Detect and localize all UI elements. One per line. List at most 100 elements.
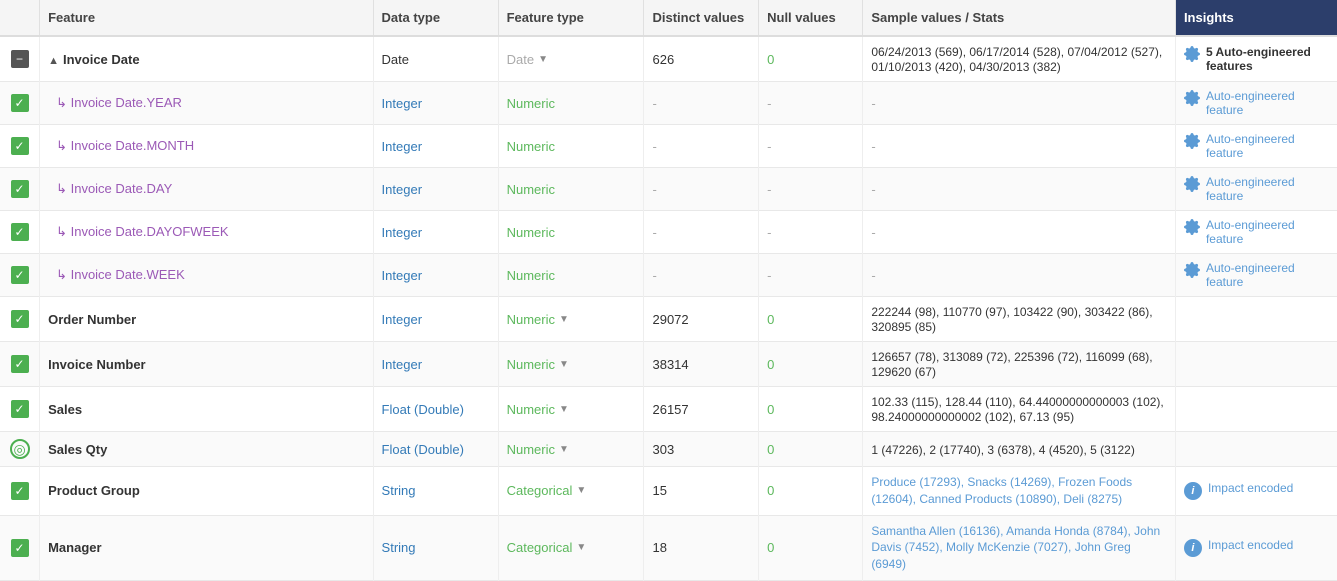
null-values-cell: - [759, 211, 863, 254]
distinct-value: 15 [652, 483, 666, 498]
checkbox-check-icon[interactable]: ✓ [11, 482, 29, 500]
checkbox-cell[interactable]: ✓ [0, 387, 40, 432]
distinct-value: - [652, 96, 656, 111]
feature-label: Invoice Number [48, 357, 146, 372]
distinct-value: - [652, 268, 656, 283]
feature-child-label: ↳ Invoice Date.DAYOFWEEK [48, 224, 228, 239]
chevron-down-icon: ▼ [559, 359, 569, 370]
header-null: Null values [759, 0, 863, 36]
datatype-cell: String [373, 515, 498, 580]
insights-text: Auto-engineered feature [1206, 261, 1329, 289]
table-row: ✓↳ Invoice Date.YEARIntegerNumeric--- Au… [0, 82, 1337, 125]
checkbox-check-icon[interactable]: ✓ [11, 137, 29, 155]
insights-text: 5 Auto-engineered features [1206, 45, 1329, 73]
gear-icon [1184, 46, 1200, 62]
datatype-label: Float (Double) [382, 402, 464, 417]
checkbox-cell[interactable]: ✓ [0, 515, 40, 580]
featuretype-cell[interactable]: Date ▼ [498, 36, 644, 82]
target-icon[interactable]: ◎ [10, 439, 30, 459]
null-value: 0 [767, 483, 774, 498]
datatype-label: String [382, 483, 416, 498]
checkbox-cell[interactable]: ✓ [0, 467, 40, 516]
feature-label: Order Number [48, 312, 136, 327]
sample-text: 1 (47226), 2 (17740), 3 (6378), 4 (4520)… [871, 443, 1135, 457]
chevron-down-icon: ▼ [576, 542, 586, 553]
insights-content: Auto-engineered feature [1184, 218, 1329, 246]
checkbox-cell[interactable]: ✓ [0, 342, 40, 387]
insights-content: Auto-engineered feature [1184, 132, 1329, 160]
checkbox-check-icon[interactable]: ✓ [11, 355, 29, 373]
null-value: - [767, 96, 771, 111]
sample-text: - [871, 268, 875, 283]
featuretype-dropdown[interactable]: Categorical ▼ [507, 483, 587, 498]
header-checkbox [0, 0, 40, 36]
sample-text: Samantha Allen (16136), Amanda Honda (87… [871, 524, 1160, 572]
datatype-label: Integer [382, 182, 422, 197]
checkbox-cell[interactable]: ✓ [0, 125, 40, 168]
feature-child-label: ↳ Invoice Date.YEAR [48, 95, 182, 110]
chevron-down-icon: ▼ [559, 444, 569, 455]
null-value: - [767, 268, 771, 283]
checkbox-check-icon[interactable]: ✓ [11, 180, 29, 198]
info-icon: i [1184, 482, 1202, 500]
featuretype-cell[interactable]: Categorical ▼ [498, 515, 644, 580]
null-value: 0 [767, 402, 774, 417]
null-value: - [767, 225, 771, 240]
featuretype-cell[interactable]: Numeric ▼ [498, 342, 644, 387]
checkbox-cell[interactable]: − [0, 36, 40, 82]
checkbox-check-icon[interactable]: ✓ [11, 400, 29, 418]
chevron-down-icon: ▼ [559, 314, 569, 325]
checkbox-check-icon[interactable]: ✓ [11, 266, 29, 284]
distinct-values-cell: 26157 [644, 387, 759, 432]
distinct-values-cell: 29072 [644, 297, 759, 342]
chevron-down-icon: ▼ [538, 54, 548, 65]
checkbox-cell[interactable]: ✓ [0, 297, 40, 342]
checkbox-check-icon[interactable]: ✓ [11, 539, 29, 557]
insights-content: Auto-engineered feature [1184, 261, 1329, 289]
featuretype-dropdown[interactable]: Categorical ▼ [507, 540, 587, 555]
table-row: ✓↳ Invoice Date.WEEKIntegerNumeric--- Au… [0, 254, 1337, 297]
sample-values-cell: Samantha Allen (16136), Amanda Honda (87… [863, 515, 1176, 580]
table-row: ✓Order NumberInteger Numeric ▼ 290720222… [0, 297, 1337, 342]
checkbox-minus-icon[interactable]: − [11, 50, 29, 68]
featuretype-dropdown[interactable]: Numeric ▼ [507, 357, 569, 372]
datatype-label: Integer [382, 96, 422, 111]
checkbox-cell[interactable]: ◎ [0, 432, 40, 467]
datatype-cell: Integer [373, 82, 498, 125]
insights-text: Auto-engineered feature [1206, 218, 1329, 246]
featuretype-cell: Numeric [498, 254, 644, 297]
featuretype-cell[interactable]: Numeric ▼ [498, 432, 644, 467]
sample-values-cell: Produce (17293), Snacks (14269), Frozen … [863, 467, 1176, 516]
insights-text: Auto-engineered feature [1206, 175, 1329, 203]
checkbox-check-icon[interactable]: ✓ [11, 310, 29, 328]
null-values-cell: 0 [759, 515, 863, 580]
featuretype-label: Numeric [507, 312, 555, 327]
featuretype-dropdown[interactable]: Numeric ▼ [507, 442, 569, 457]
sample-text: - [871, 139, 875, 154]
collapse-arrow-icon[interactable]: ▲ [48, 55, 59, 67]
featuretype-cell[interactable]: Numeric ▼ [498, 297, 644, 342]
featuretype-cell[interactable]: Numeric ▼ [498, 387, 644, 432]
datatype-cell: Float (Double) [373, 387, 498, 432]
feature-name-cell: ↳ Invoice Date.WEEK [40, 254, 373, 297]
checkbox-check-icon[interactable]: ✓ [11, 94, 29, 112]
header-feature: Feature [40, 0, 373, 36]
featuretype-dropdown[interactable]: Numeric ▼ [507, 402, 569, 417]
checkbox-cell[interactable]: ✓ [0, 168, 40, 211]
checkbox-cell[interactable]: ✓ [0, 211, 40, 254]
null-values-cell: - [759, 168, 863, 211]
header-distinct: Distinct values [644, 0, 759, 36]
insights-text: Auto-engineered feature [1206, 132, 1329, 160]
insights-cell [1175, 432, 1337, 467]
header-insights: Insights [1175, 0, 1337, 36]
insights-cell [1175, 342, 1337, 387]
checkbox-cell[interactable]: ✓ [0, 254, 40, 297]
featuretype-dropdown[interactable]: Date ▼ [507, 52, 548, 67]
insights-cell: Auto-engineered feature [1175, 82, 1337, 125]
gear-icon [1184, 90, 1200, 106]
checkbox-check-icon[interactable]: ✓ [11, 223, 29, 241]
featuretype-cell[interactable]: Categorical ▼ [498, 467, 644, 516]
featuretype-dropdown[interactable]: Numeric ▼ [507, 312, 569, 327]
checkbox-cell[interactable]: ✓ [0, 82, 40, 125]
feature-child-label: ↳ Invoice Date.MONTH [48, 138, 194, 153]
